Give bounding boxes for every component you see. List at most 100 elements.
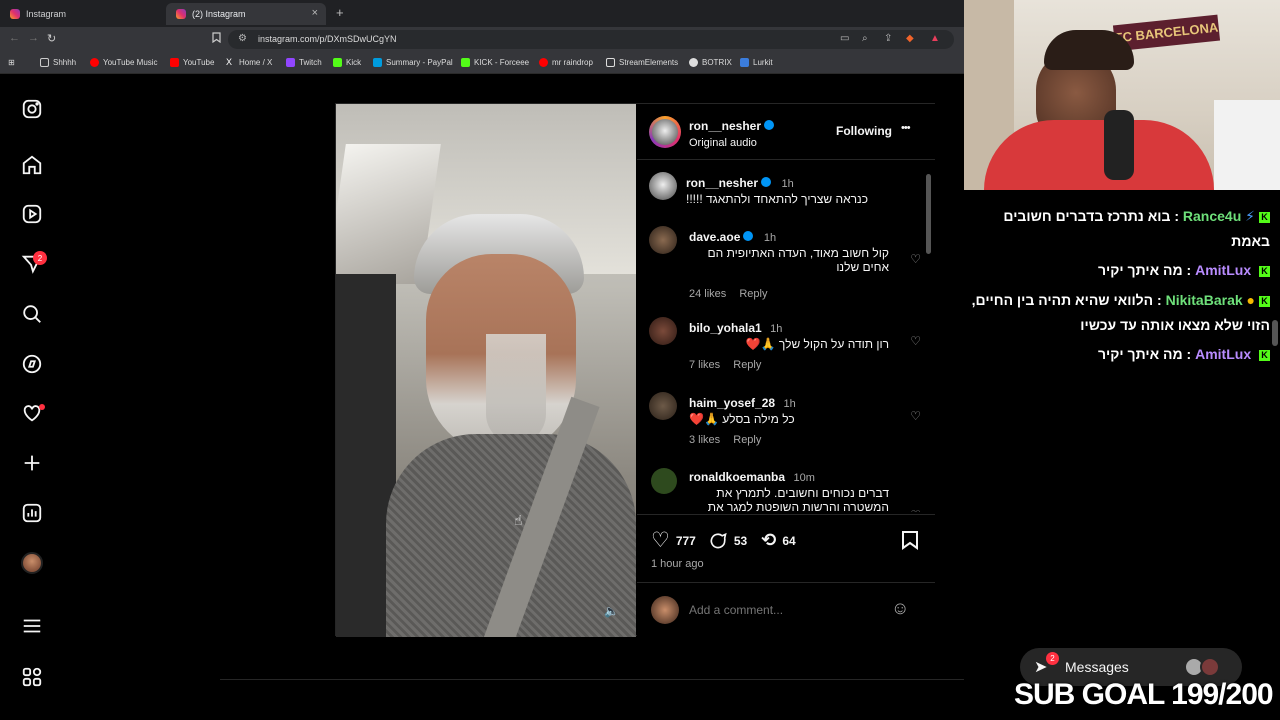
bookmark-youtube[interactable]: YouTube — [170, 58, 214, 67]
comment-username[interactable]: dave.aoe — [689, 230, 740, 244]
reposts-count[interactable]: 64 — [782, 534, 795, 548]
tab-label: (2) Instagram — [192, 9, 246, 19]
menu-icon[interactable] — [20, 614, 44, 638]
bookmark-botrix[interactable]: BOTRIX — [689, 58, 732, 67]
audio-label[interactable]: Original audio — [689, 137, 774, 149]
chat-username: NikitaBarak — [1165, 292, 1243, 308]
reply-button[interactable]: Reply — [733, 359, 761, 371]
chat-message: K AmitLux : מה איתך יקיר — [970, 258, 1270, 283]
add-comment-input[interactable] — [689, 601, 879, 619]
tab-instagram-active[interactable]: (2) Instagram × — [166, 3, 326, 25]
explore-icon[interactable] — [20, 352, 44, 376]
back-icon[interactable]: ← — [9, 32, 20, 44]
more-options-icon[interactable]: ••• — [901, 122, 911, 134]
chat-scrollbar[interactable] — [1272, 320, 1278, 346]
brave-shield-icon[interactable]: ◆ — [906, 33, 914, 44]
like-comment-icon[interactable]: ♡ — [910, 334, 921, 348]
reels-icon[interactable] — [20, 202, 44, 226]
bookmark-kick[interactable]: Kick — [333, 58, 361, 67]
profile-avatar[interactable] — [20, 551, 44, 575]
microphone — [1104, 110, 1134, 180]
address-bar[interactable]: ⚙ instagram.com/p/DXmSDwUCgYN ▭ ⌕ ⇪ ◆ ▲ — [228, 30, 954, 49]
chat-username: AmitLux — [1195, 346, 1252, 362]
site-settings-icon[interactable]: ⚙ — [238, 33, 247, 44]
emoji-icon[interactable]: ☺ — [891, 598, 909, 619]
folder-icon — [40, 58, 49, 67]
also-from-meta-icon[interactable] — [20, 665, 44, 689]
comments-scrollbar[interactable] — [925, 162, 933, 512]
instagram-logo-icon[interactable] — [20, 97, 44, 121]
author-avatar[interactable] — [649, 116, 681, 148]
chat-username: AmitLux — [1195, 262, 1252, 278]
comment-avatar[interactable] — [649, 226, 677, 254]
instagram-favicon-icon — [10, 9, 20, 19]
verified-icon — [764, 119, 775, 130]
comment-username[interactable]: ronaldkoemanba — [689, 470, 785, 484]
comments-list[interactable]: ron__nesher 1h כנראה שצריך להתאחד ולהתאג… — [637, 160, 935, 512]
bookmark-label: BOTRIX — [702, 58, 732, 67]
comment-icon[interactable] — [708, 531, 728, 551]
apps-icon[interactable]: ⊞ — [8, 58, 15, 67]
reload-icon[interactable]: ↻ — [47, 32, 56, 45]
bookmark-x[interactable]: X Home / X — [226, 58, 272, 68]
repost-icon[interactable]: ⟲ — [761, 530, 776, 551]
like-comment-icon[interactable]: ♡ — [910, 409, 921, 423]
cast-icon[interactable]: ▭ — [840, 33, 849, 44]
author-username[interactable]: ron__nesher — [689, 119, 761, 133]
comment-username[interactable]: haim_yosef_28 — [689, 396, 775, 410]
bookmark-shhhh[interactable]: Shhhh — [40, 58, 76, 67]
comments-count[interactable]: 53 — [734, 534, 747, 548]
bookmark-mr-raindrop[interactable]: mr raindrop — [539, 58, 593, 67]
bookmark-paypal[interactable]: Summary - PayPal — [373, 58, 453, 67]
sub-goal-overlay: SUB GOAL 199/200 — [1014, 678, 1274, 711]
caption-username[interactable]: ron__nesher — [686, 176, 758, 190]
caption-avatar[interactable] — [649, 172, 677, 200]
like-icon[interactable]: ♡ — [651, 530, 670, 551]
home-icon[interactable] — [20, 153, 44, 177]
bookmark-page-icon[interactable] — [212, 32, 221, 46]
reel-video[interactable]: 🔈 ☝ — [336, 104, 636, 637]
bookmark-kick-forceee[interactable]: KICK - Forceee — [461, 58, 529, 67]
streamelements-icon — [606, 58, 615, 67]
bookmark-lurkit[interactable]: Lurkit — [740, 58, 773, 67]
likes-count[interactable]: 777 — [676, 534, 696, 548]
tab-instagram[interactable]: Instagram — [0, 3, 166, 25]
create-icon[interactable] — [20, 451, 44, 475]
author-info: ron__nesher Original audio — [689, 117, 775, 149]
rewards-icon[interactable]: ▲ — [930, 33, 940, 44]
comment-likes[interactable]: 3 likes — [689, 434, 720, 446]
lurkit-icon — [740, 58, 749, 67]
comment-avatar[interactable] — [651, 468, 677, 494]
comment-likes[interactable]: 7 likes — [689, 359, 720, 371]
instagram-page: 2 🔈 ☝ ron__nesher Original audio Followi… — [0, 75, 964, 720]
reply-button[interactable]: Reply — [733, 434, 761, 446]
bookmark-youtube-music[interactable]: YouTube Music — [90, 58, 158, 67]
comment-avatar[interactable] — [649, 317, 677, 345]
following-button[interactable]: Following — [836, 124, 892, 138]
message-avatar — [1200, 657, 1220, 677]
mute-icon[interactable]: 🔈 — [604, 604, 619, 618]
comment-username[interactable]: bilo_yohala1 — [689, 321, 762, 335]
zoom-icon[interactable]: ⌕ — [862, 33, 868, 44]
tab-label: Instagram — [26, 9, 67, 19]
close-tab-icon[interactable]: × — [312, 7, 318, 19]
notification-badge: 2 — [33, 251, 47, 265]
share-icon[interactable]: ⇪ — [884, 33, 892, 44]
save-icon[interactable] — [901, 530, 919, 555]
comment-avatar[interactable] — [649, 392, 677, 420]
bookmark-streamelements[interactable]: StreamElements — [606, 58, 678, 67]
like-comment-icon[interactable]: ♡ — [910, 252, 921, 266]
dashboard-icon[interactable] — [20, 501, 44, 525]
navigation-bar: ← → ↻ ⚙ instagram.com/p/DXmSDwUCgYN ▭ ⌕ … — [0, 27, 964, 52]
new-tab-button[interactable]: + — [336, 5, 344, 20]
forward-icon[interactable]: → — [28, 32, 39, 44]
reply-button[interactable]: Reply — [739, 288, 767, 300]
kick-badge-icon: K — [1259, 295, 1270, 307]
comment-time: 10m — [793, 472, 815, 484]
bookmark-label: KICK - Forceee — [474, 58, 530, 67]
like-comment-icon[interactable]: ♡ — [910, 508, 921, 512]
bookmark-twitch[interactable]: Twitch — [286, 58, 322, 67]
stream-chat: K⚡ Rance4u : בוא נתרכז בדברים חשובים באמ… — [964, 190, 1280, 720]
comment-likes[interactable]: 24 likes — [689, 288, 726, 300]
search-icon[interactable] — [20, 302, 44, 326]
